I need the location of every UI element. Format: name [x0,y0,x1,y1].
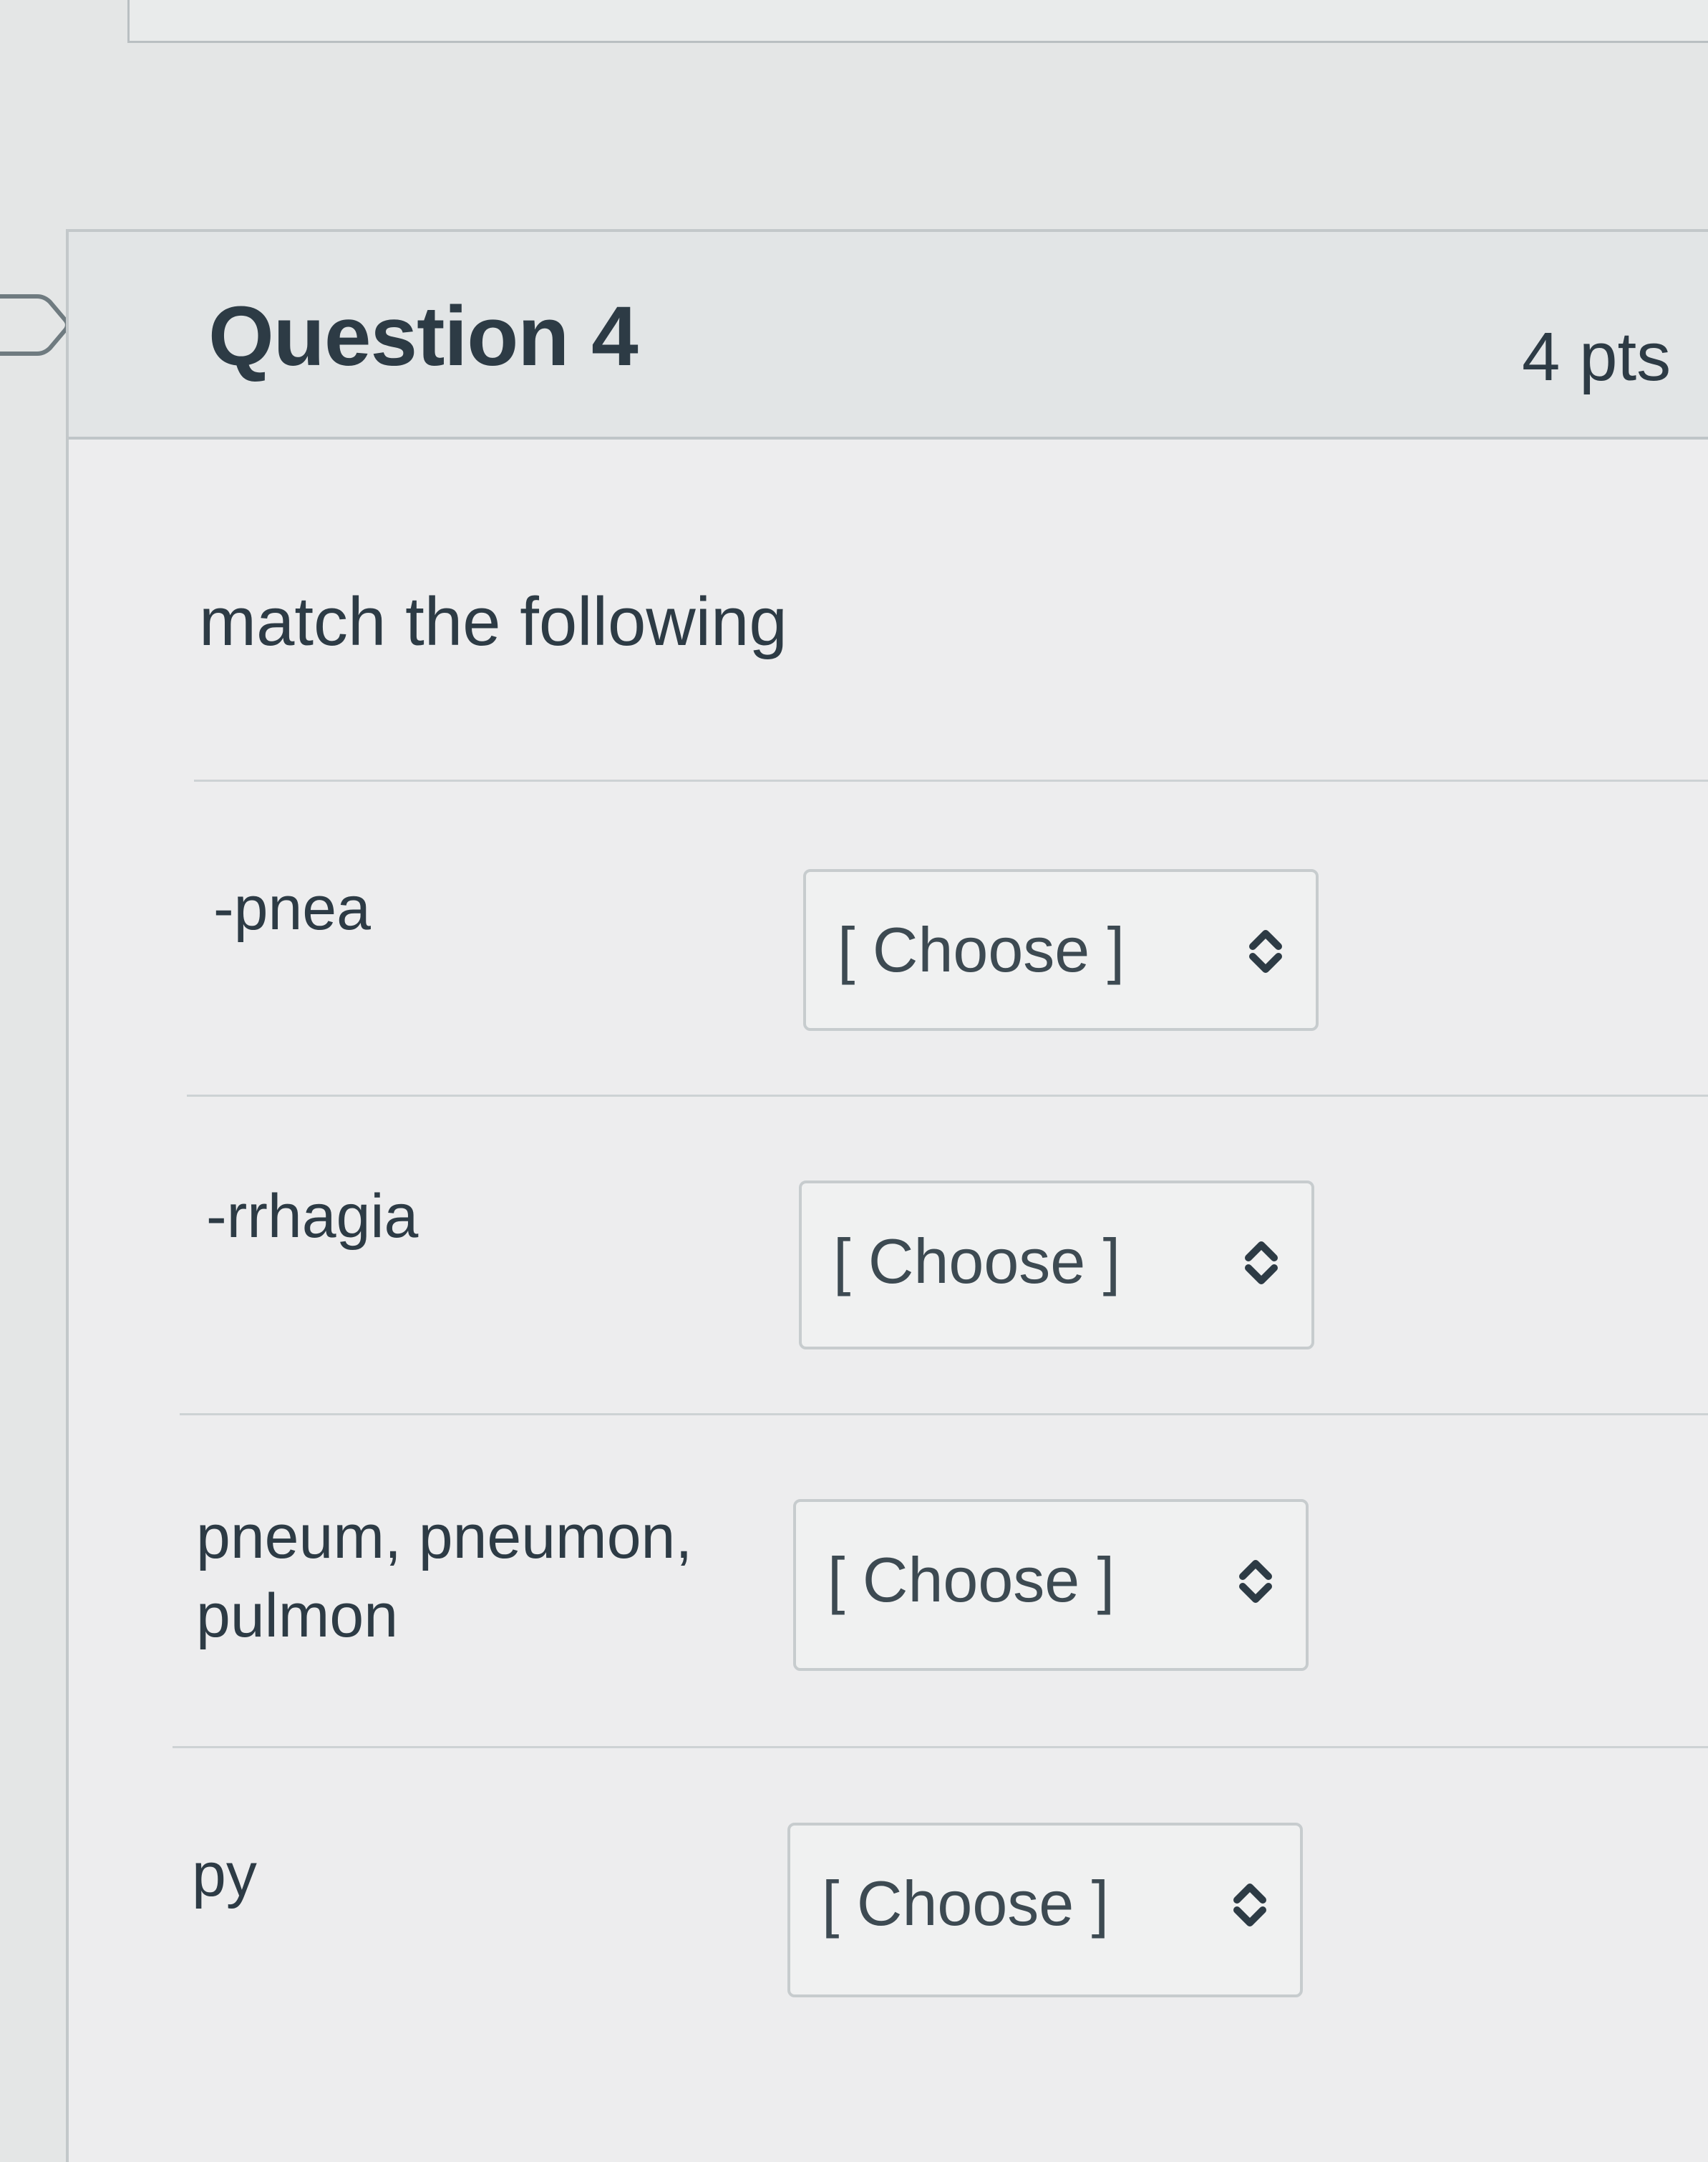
question-header: Question 4 4 pts [69,232,1708,440]
select-value: [ Choose ] [833,1226,1121,1296]
match-select[interactable]: [ Choose ] [787,1823,1303,1997]
row-divider [173,1746,1708,1748]
match-label: py [192,1841,257,1909]
question-prompt: match the following [199,583,787,660]
select-value: [ Choose ] [838,914,1125,985]
match-select[interactable]: [ Choose ] [803,869,1319,1031]
question-flag-icon[interactable] [0,292,72,358]
match-label: -pnea [213,874,371,943]
up-down-chevron-icon [1245,1241,1278,1284]
question-points: 4 pts [1522,319,1671,395]
question-card: Question 4 4 pts match the following -pn… [66,229,1708,2162]
up-down-chevron-icon [1249,930,1282,973]
row-divider [194,780,1708,782]
select-value: [ Choose ] [828,1544,1115,1615]
match-label: pneum, pneumon, pulmon [196,1503,693,1651]
select-value: [ Choose ] [822,1868,1110,1939]
match-select[interactable]: [ Choose ] [793,1499,1309,1671]
row-divider [187,1095,1708,1097]
up-down-chevron-icon [1233,1884,1266,1926]
match-label: -rrhagia [206,1182,419,1251]
previous-question-card [127,0,1708,43]
row-divider [180,1413,1708,1415]
question-title: Question 4 [208,289,639,384]
match-select[interactable]: [ Choose ] [799,1181,1314,1349]
up-down-chevron-icon [1239,1560,1272,1603]
